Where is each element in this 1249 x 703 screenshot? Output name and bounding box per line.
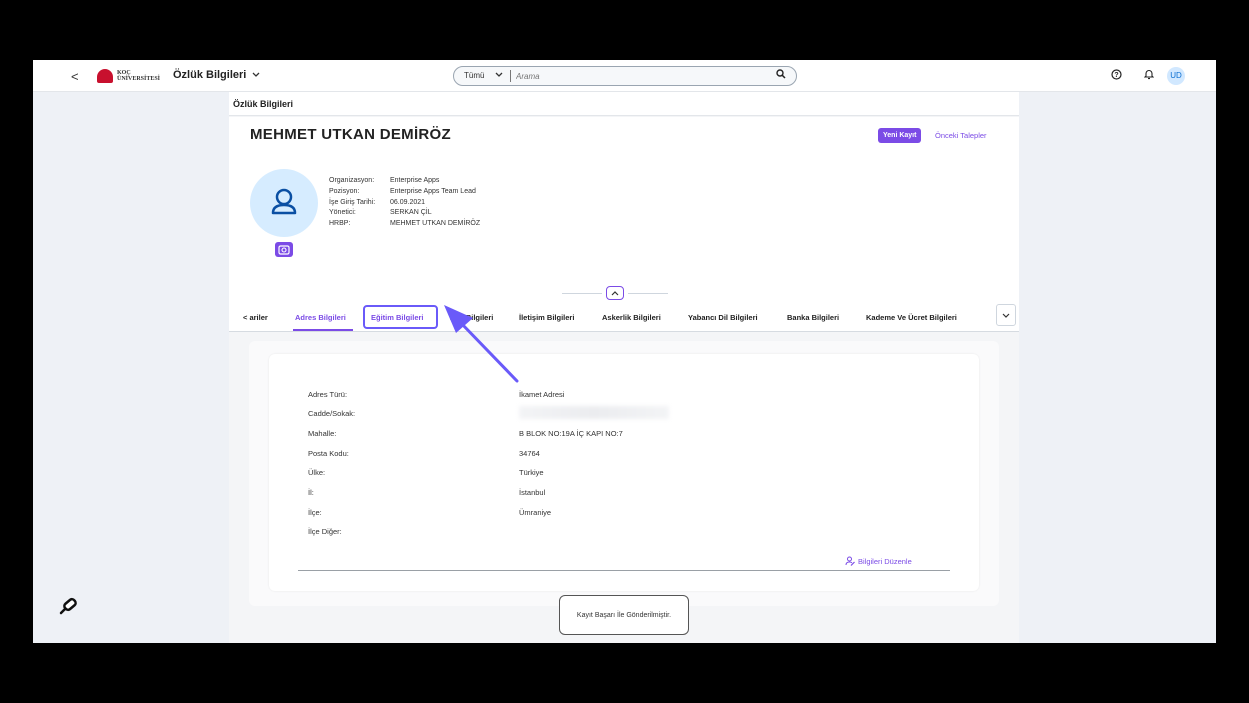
- search-scope-value: Tümü: [464, 71, 485, 80]
- help-button[interactable]: ?: [1111, 69, 1122, 83]
- info-value: Enterprise Apps Team Lead: [390, 187, 476, 195]
- info-label: İşe Giriş Tarihi:: [329, 198, 376, 206]
- tab-banka-bilgileri[interactable]: Banka Bilgileri: [787, 313, 839, 322]
- pin-button[interactable]: [55, 595, 79, 624]
- svg-text:?: ?: [1114, 72, 1118, 79]
- logo-text-2: ÜNİVERSİTESİ: [117, 76, 161, 82]
- search-icon: [776, 69, 786, 79]
- edit-info-link[interactable]: Bilgileri Düzenle: [845, 556, 912, 566]
- divider: [562, 293, 602, 294]
- info-label: Yönetici:: [329, 209, 356, 217]
- employee-info: Organizasyon: Enterprise Apps Pozisyon: En…: [329, 176, 480, 230]
- back-button[interactable]: <: [71, 69, 79, 84]
- field-label-ilce-diger: İlçe Diğer:: [308, 527, 342, 536]
- field-label-mahalle: Mahalle:: [308, 429, 337, 438]
- tab-adres-bilgileri[interactable]: Adres Bilgileri: [295, 313, 346, 322]
- field-label-il: İl:: [308, 488, 314, 497]
- object-page-header: MEHMET UTKAN DEMİRÖZ Yeni Kayıt Önceki T…: [229, 117, 1019, 302]
- chevron-down-icon: [495, 72, 503, 77]
- app-title: Özlük Bilgileri: [173, 69, 247, 81]
- edit-info-label: Bilgileri Düzenle: [858, 556, 912, 566]
- info-label: HRBP:: [329, 220, 351, 228]
- camera-icon: [278, 245, 290, 255]
- app-title-menu[interactable]: Özlük Bilgileri: [173, 69, 260, 81]
- field-label-ilce: İlçe:: [308, 508, 322, 517]
- info-value: 06.09.2021: [390, 198, 426, 206]
- change-photo-button[interactable]: [275, 242, 293, 257]
- info-value: MEHMET UTKAN DEMİRÖZ: [390, 220, 481, 228]
- notifications-button[interactable]: [1143, 69, 1155, 83]
- field-value-ulke: Türkiye: [519, 468, 544, 477]
- help-icon: ?: [1111, 69, 1122, 80]
- tab-overflow-button[interactable]: [996, 304, 1016, 326]
- toast-message: Kayıt Başarı İle Gönderilmiştir.: [559, 595, 689, 635]
- field-value-il: İstanbul: [519, 488, 546, 497]
- tab-kademe-ve-ucret-bilgileri[interactable]: Kademe Ve Ücret Bilgileri: [866, 313, 957, 322]
- previous-requests-link[interactable]: Önceki Talepler: [935, 131, 987, 140]
- tab-yabanci-dil-bilgileri[interactable]: Yabancı Dil Bilgileri: [688, 313, 758, 322]
- employee-avatar: [250, 169, 318, 237]
- info-value: SERKAN ÇİL: [390, 209, 432, 217]
- search-field: Tümü: [453, 66, 797, 86]
- field-label-cadde-sokak: Cadde/Sokak:: [308, 409, 356, 418]
- info-label: Organizasyon:: [329, 177, 375, 184]
- field-label-adres-turu: Adres Türü:: [308, 390, 348, 399]
- page: Özlük Bilgileri MEHMET UTKAN DEMİRÖZ Yen…: [229, 92, 1019, 643]
- search-scope-select[interactable]: Tümü: [464, 71, 503, 80]
- tab-previous[interactable]: < ariler: [243, 313, 268, 322]
- info-label: Pozisyon:: [329, 187, 360, 195]
- info-value: Enterprise Apps: [390, 177, 440, 184]
- chevron-down-icon: [252, 72, 260, 77]
- bell-icon: [1143, 70, 1155, 80]
- field-value-mahalle: B BLOK NO:19A İÇ KAPI NO:7: [519, 429, 623, 438]
- info-row: Pozisyon: Enterprise Apps Team Lead: [329, 187, 480, 198]
- logo-mark-icon: [97, 69, 113, 83]
- logo-wordmark: KOÇ ÜNİVERSİTESİ: [117, 70, 160, 82]
- info-row: Organizasyon: Enterprise Apps: [329, 176, 480, 187]
- edit-user-icon: [845, 556, 855, 566]
- field-value-ilce: Ümraniye: [519, 508, 552, 517]
- active-tab-indicator: [293, 329, 353, 331]
- tab-iletisim-bilgileri[interactable]: İletişim Bilgileri: [519, 313, 574, 322]
- page-title: Özlük Bilgileri: [233, 99, 294, 109]
- collapse-header-button[interactable]: [606, 286, 624, 300]
- card-divider: [298, 570, 950, 571]
- university-logo[interactable]: KOÇ ÜNİVERSİTESİ: [97, 69, 160, 83]
- tab-bar: < ariler Adres Bilgileri Eğitim Bilgiler…: [229, 302, 1019, 332]
- app-window: < KOÇ ÜNİVERSİTESİ Özlük Bilgileri Tümü …: [33, 60, 1216, 643]
- search-button[interactable]: [776, 69, 786, 82]
- new-record-button[interactable]: Yeni Kayıt: [878, 128, 922, 143]
- chevron-down-icon: [1002, 313, 1010, 318]
- search-input[interactable]: [516, 69, 766, 83]
- shell-bar: < KOÇ ÜNİVERSİTESİ Özlük Bilgileri Tümü …: [33, 60, 1216, 92]
- divider: [628, 293, 668, 294]
- tab-askerlik-bilgileri[interactable]: Askerlik Bilgileri: [602, 313, 661, 322]
- employee-name: MEHMET UTKAN DEMİRÖZ: [250, 126, 451, 143]
- chevron-up-icon: [611, 291, 619, 296]
- info-row: Yönetici: SERKAN ÇİL: [329, 208, 480, 219]
- field-value-posta-kodu: 34764: [519, 449, 540, 458]
- user-icon: [271, 188, 297, 215]
- user-avatar[interactable]: UD: [1167, 67, 1185, 85]
- pin-icon: [59, 597, 77, 615]
- tab-egitim-bilgileri[interactable]: Eğitim Bilgileri: [371, 313, 424, 322]
- field-label-ulke: Ülke:: [308, 468, 326, 477]
- toast-text: Kayıt Başarı İle Gönderilmiştir.: [576, 611, 672, 619]
- page-header: Özlük Bilgileri: [229, 92, 1019, 116]
- field-label-posta-kodu: Posta Kodu:: [308, 449, 349, 458]
- info-row: İşe Giriş Tarihi: 06.09.2021: [329, 198, 480, 209]
- search-separator: [510, 70, 511, 82]
- tab-aile-bilgileri[interactable]: Aile Bilgileri: [450, 313, 493, 322]
- field-value-cadde-sokak-redacted: [519, 406, 669, 419]
- info-row: HRBP: MEHMET UTKAN DEMİRÖZ: [329, 219, 480, 230]
- field-value-adres-turu: İkamet Adresi: [519, 390, 565, 399]
